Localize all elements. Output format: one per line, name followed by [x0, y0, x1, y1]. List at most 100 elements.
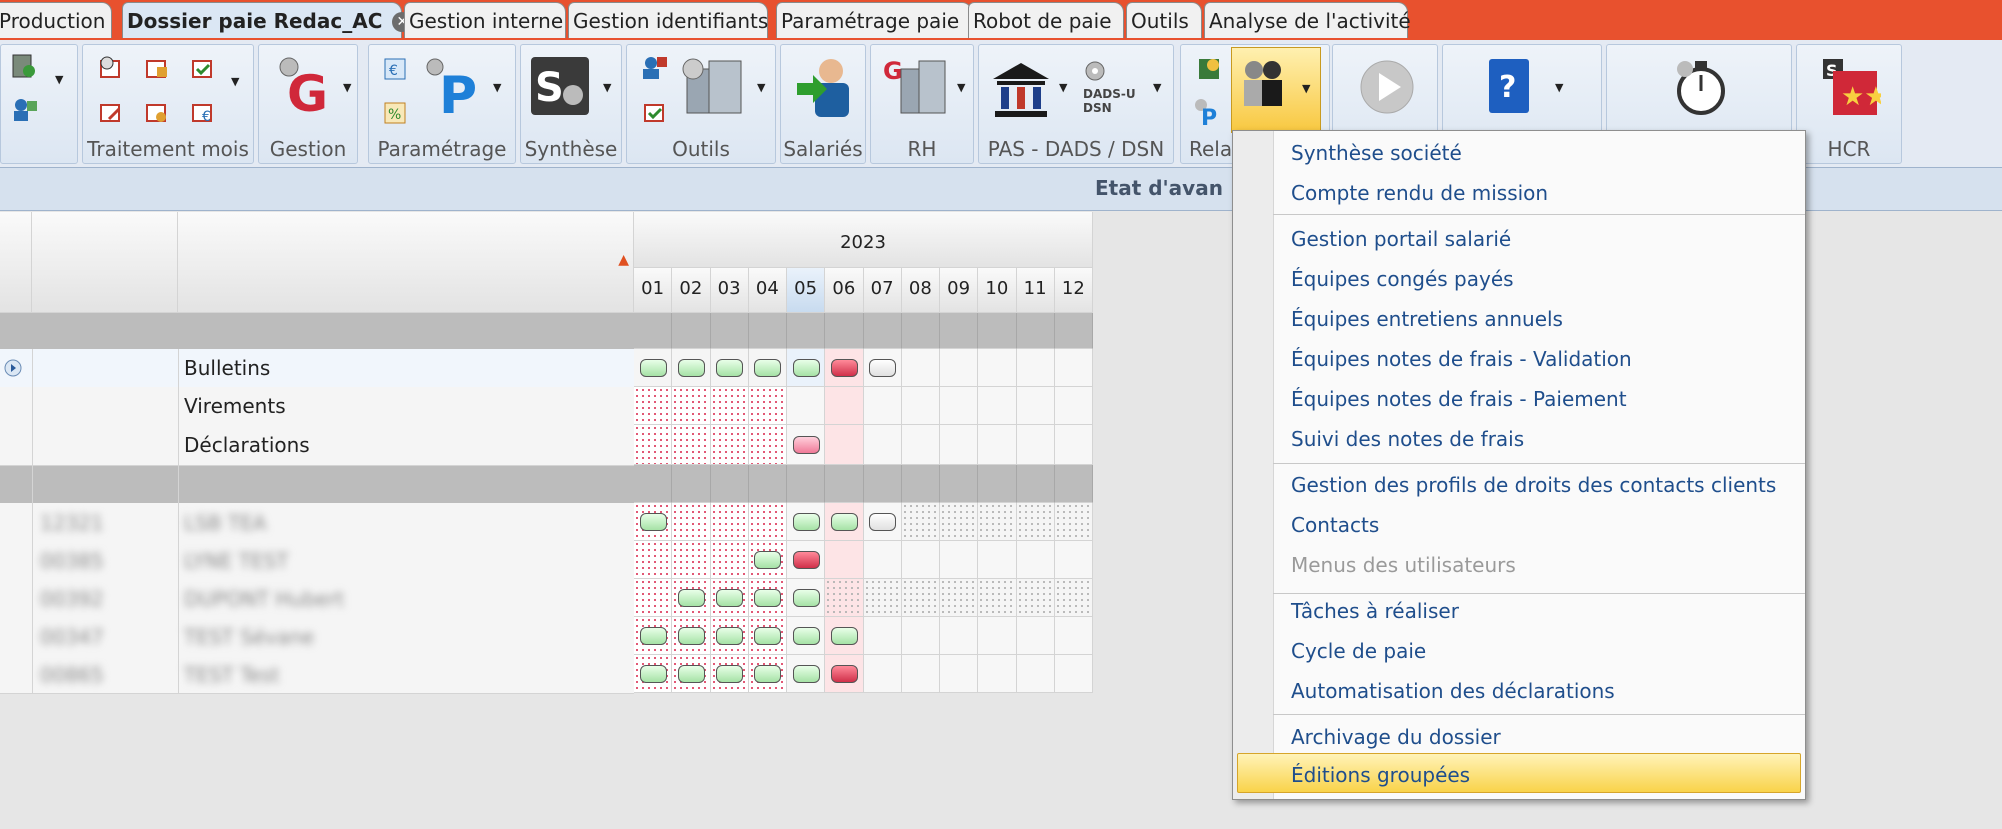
status-pill[interactable] [792, 359, 820, 377]
month-cell[interactable] [748, 349, 787, 387]
month-cell[interactable] [940, 655, 979, 693]
month-cell[interactable] [901, 541, 940, 579]
table-row[interactable]: Virements [0, 387, 634, 426]
month-cell[interactable] [1054, 349, 1093, 387]
month-cell[interactable] [710, 465, 749, 503]
menu-item-synthese-societe[interactable]: Synthèse société [1291, 141, 1462, 165]
month-cell[interactable] [825, 313, 864, 349]
month-cell[interactable] [672, 579, 711, 617]
month-cell[interactable] [940, 313, 979, 349]
chevron-down-icon[interactable]: ▼ [957, 81, 965, 94]
month-cell[interactable] [787, 425, 826, 465]
status-pill[interactable] [716, 359, 744, 377]
status-pill[interactable] [792, 589, 820, 607]
month-cell[interactable] [940, 617, 979, 655]
month-cell[interactable] [710, 617, 749, 655]
euro-settings-icon[interactable]: € [379, 53, 409, 83]
month-cell[interactable] [787, 617, 826, 655]
menu-item-cycle-de-paie[interactable]: Cycle de paie [1291, 639, 1426, 663]
table-row[interactable]: 00865 TEST Test [0, 655, 634, 694]
month-cell[interactable] [748, 579, 787, 617]
month-cell[interactable] [825, 655, 864, 693]
month-cell[interactable] [1054, 655, 1093, 693]
month-cell[interactable] [978, 387, 1017, 425]
server-user-icon[interactable] [9, 51, 39, 81]
month-cell[interactable] [1054, 541, 1093, 579]
month-cell[interactable] [634, 617, 673, 655]
month-header[interactable]: 11 [1016, 268, 1055, 313]
month-cell[interactable] [1054, 617, 1093, 655]
month-cell[interactable] [940, 425, 979, 465]
dads-dsn-label[interactable]: DADS-U DSN [1083, 87, 1136, 115]
month-cell[interactable] [1054, 465, 1093, 503]
tab-robot-de-paie[interactable]: Robot de paie [968, 2, 1124, 38]
status-pill[interactable] [716, 665, 744, 683]
month-cell[interactable] [787, 503, 826, 541]
status-pill[interactable] [677, 359, 705, 377]
tab-gestion-identifiants[interactable]: Gestion identifiants [568, 2, 768, 38]
month-cell[interactable] [863, 503, 902, 541]
users-settings-icon[interactable] [639, 53, 669, 83]
month-cell[interactable] [825, 349, 864, 387]
month-cell[interactable] [634, 503, 673, 541]
help-book-icon[interactable]: ? [1485, 55, 1535, 117]
buildings-icon[interactable] [679, 55, 749, 119]
chevron-down-icon[interactable]: ▼ [1555, 81, 1563, 94]
month-cell[interactable] [1016, 387, 1055, 425]
month-cell[interactable] [1016, 617, 1055, 655]
month-cell[interactable] [1054, 425, 1093, 465]
month-cell[interactable] [978, 541, 1017, 579]
month-header[interactable]: 07 [863, 268, 902, 313]
month-cell[interactable] [825, 503, 864, 541]
chevron-down-icon[interactable]: ▼ [55, 73, 63, 86]
status-pill[interactable] [830, 627, 858, 645]
month-cell[interactable] [1054, 313, 1093, 349]
month-cell[interactable] [901, 465, 940, 503]
calendar-clock-icon[interactable] [95, 53, 125, 83]
menu-item-profils-droits-contacts[interactable]: Gestion des profils de droits des contac… [1291, 473, 1776, 497]
month-cell[interactable] [672, 387, 711, 425]
month-cell[interactable] [748, 465, 787, 503]
month-cell[interactable] [978, 579, 1017, 617]
user-add-icon[interactable] [9, 95, 39, 125]
month-cell[interactable] [710, 387, 749, 425]
month-cell[interactable] [672, 465, 711, 503]
status-pill[interactable] [716, 627, 744, 645]
month-cell[interactable] [863, 387, 902, 425]
month-cell[interactable] [825, 541, 864, 579]
month-cell[interactable] [634, 465, 673, 503]
status-pill[interactable] [869, 359, 897, 377]
status-pill[interactable] [830, 513, 858, 531]
month-cell[interactable] [710, 313, 749, 349]
month-cell[interactable] [634, 579, 673, 617]
status-pill[interactable] [677, 627, 705, 645]
status-pill[interactable] [792, 665, 820, 683]
relations-button-active[interactable]: ▼ [1231, 47, 1321, 133]
hcr-stars-icon[interactable]: S★★ [1821, 57, 1881, 117]
month-header[interactable]: 10 [978, 268, 1017, 313]
month-cell[interactable] [748, 617, 787, 655]
month-cell[interactable] [1016, 579, 1055, 617]
month-cell[interactable] [1016, 541, 1055, 579]
calendar-check-icon[interactable] [187, 53, 217, 83]
month-cell[interactable] [825, 465, 864, 503]
month-cell[interactable] [825, 425, 864, 465]
status-pill[interactable] [754, 359, 782, 377]
month-header[interactable]: 09 [940, 268, 979, 313]
month-cell[interactable] [863, 541, 902, 579]
calendar-key-icon[interactable] [141, 97, 171, 127]
month-header[interactable]: 08 [901, 268, 940, 313]
month-cell[interactable] [710, 541, 749, 579]
menu-item-compte-rendu-mission[interactable]: Compte rendu de mission [1291, 181, 1548, 205]
tab-gestion-interne[interactable]: Gestion interne [404, 2, 566, 38]
contact-settings-icon[interactable] [1193, 53, 1223, 83]
table-row[interactable]: 12321 LSB TEA [0, 503, 634, 542]
rh-buildings-icon[interactable]: G [881, 55, 949, 119]
menu-item-gestion-portail-salarie[interactable]: Gestion portail salarié [1291, 227, 1511, 251]
menu-item-editions-groupees[interactable]: Éditions groupées [1291, 763, 1470, 787]
task-check-icon[interactable] [639, 97, 669, 127]
month-cell[interactable] [1016, 503, 1055, 541]
month-cell[interactable] [634, 349, 673, 387]
table-row[interactable]: Déclarations [0, 425, 634, 466]
chevron-down-icon[interactable]: ▼ [343, 81, 351, 94]
